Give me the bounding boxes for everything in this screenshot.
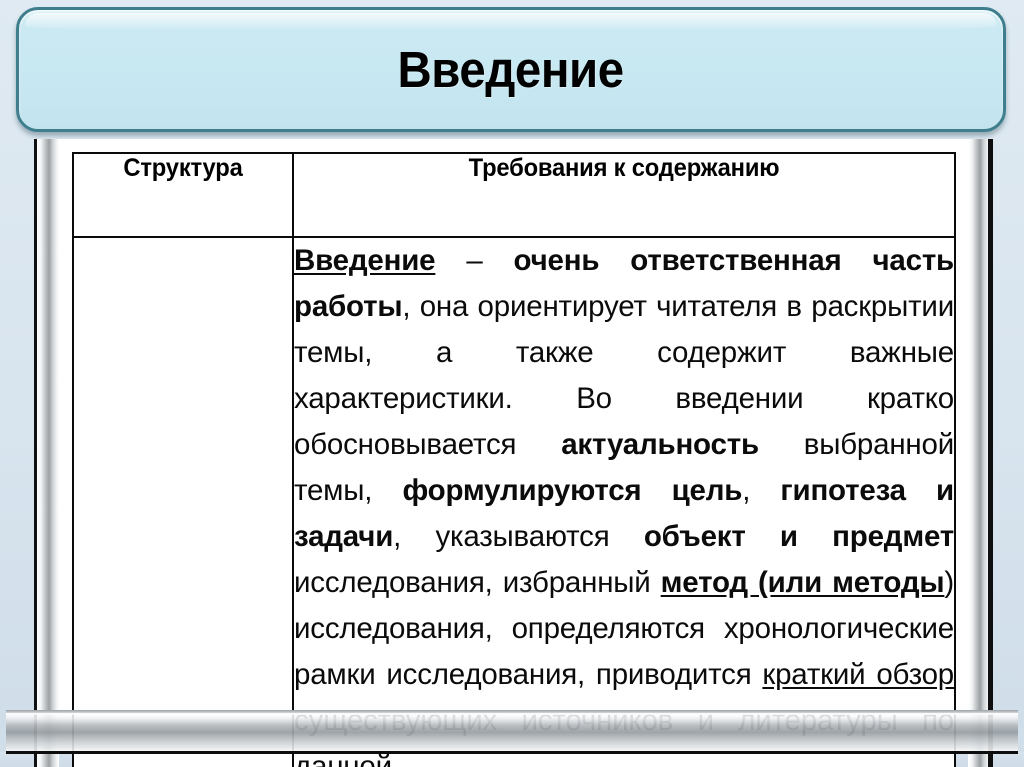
left-bevel-rail [34,139,59,767]
text-run-7: , [742,474,781,507]
frame-line-left [34,139,37,767]
horizontal-gray-band [6,713,1018,754]
column-header-structure: Структура [77,152,289,238]
cell-requirements: Введение – очень ответственная часть раб… [292,236,956,767]
text-run-4: актуальность [561,428,759,461]
text-run-12: метод (или методы [660,566,945,599]
text-run-1: – [435,244,514,277]
text-run-6: формулируются цель [402,474,743,507]
slide-title-plate: Введение [16,7,1006,132]
page-title: Введение [397,41,625,98]
text-run-9: , указываются [393,520,644,553]
table-header-row: Структура Требования к содержанию [73,152,955,238]
cell-structure [72,236,294,767]
text-run-11: исследования, избранный [294,566,661,599]
column-header-requirements: Требования к содержанию [308,152,940,238]
text-run-0: Введение [294,244,436,277]
text-run-10: объект и предмет [643,520,955,553]
text-run-14: краткий обзор [762,658,954,691]
requirements-paragraph: Введение – очень ответственная часть раб… [294,239,955,767]
requirements-table: Структура Требования к содержанию Введен… [72,152,956,767]
frame-line-right [988,139,991,767]
table-row: Введение – очень ответственная часть раб… [72,236,956,767]
slide-canvas: Введение Структура Требования к содержан… [0,0,1024,767]
